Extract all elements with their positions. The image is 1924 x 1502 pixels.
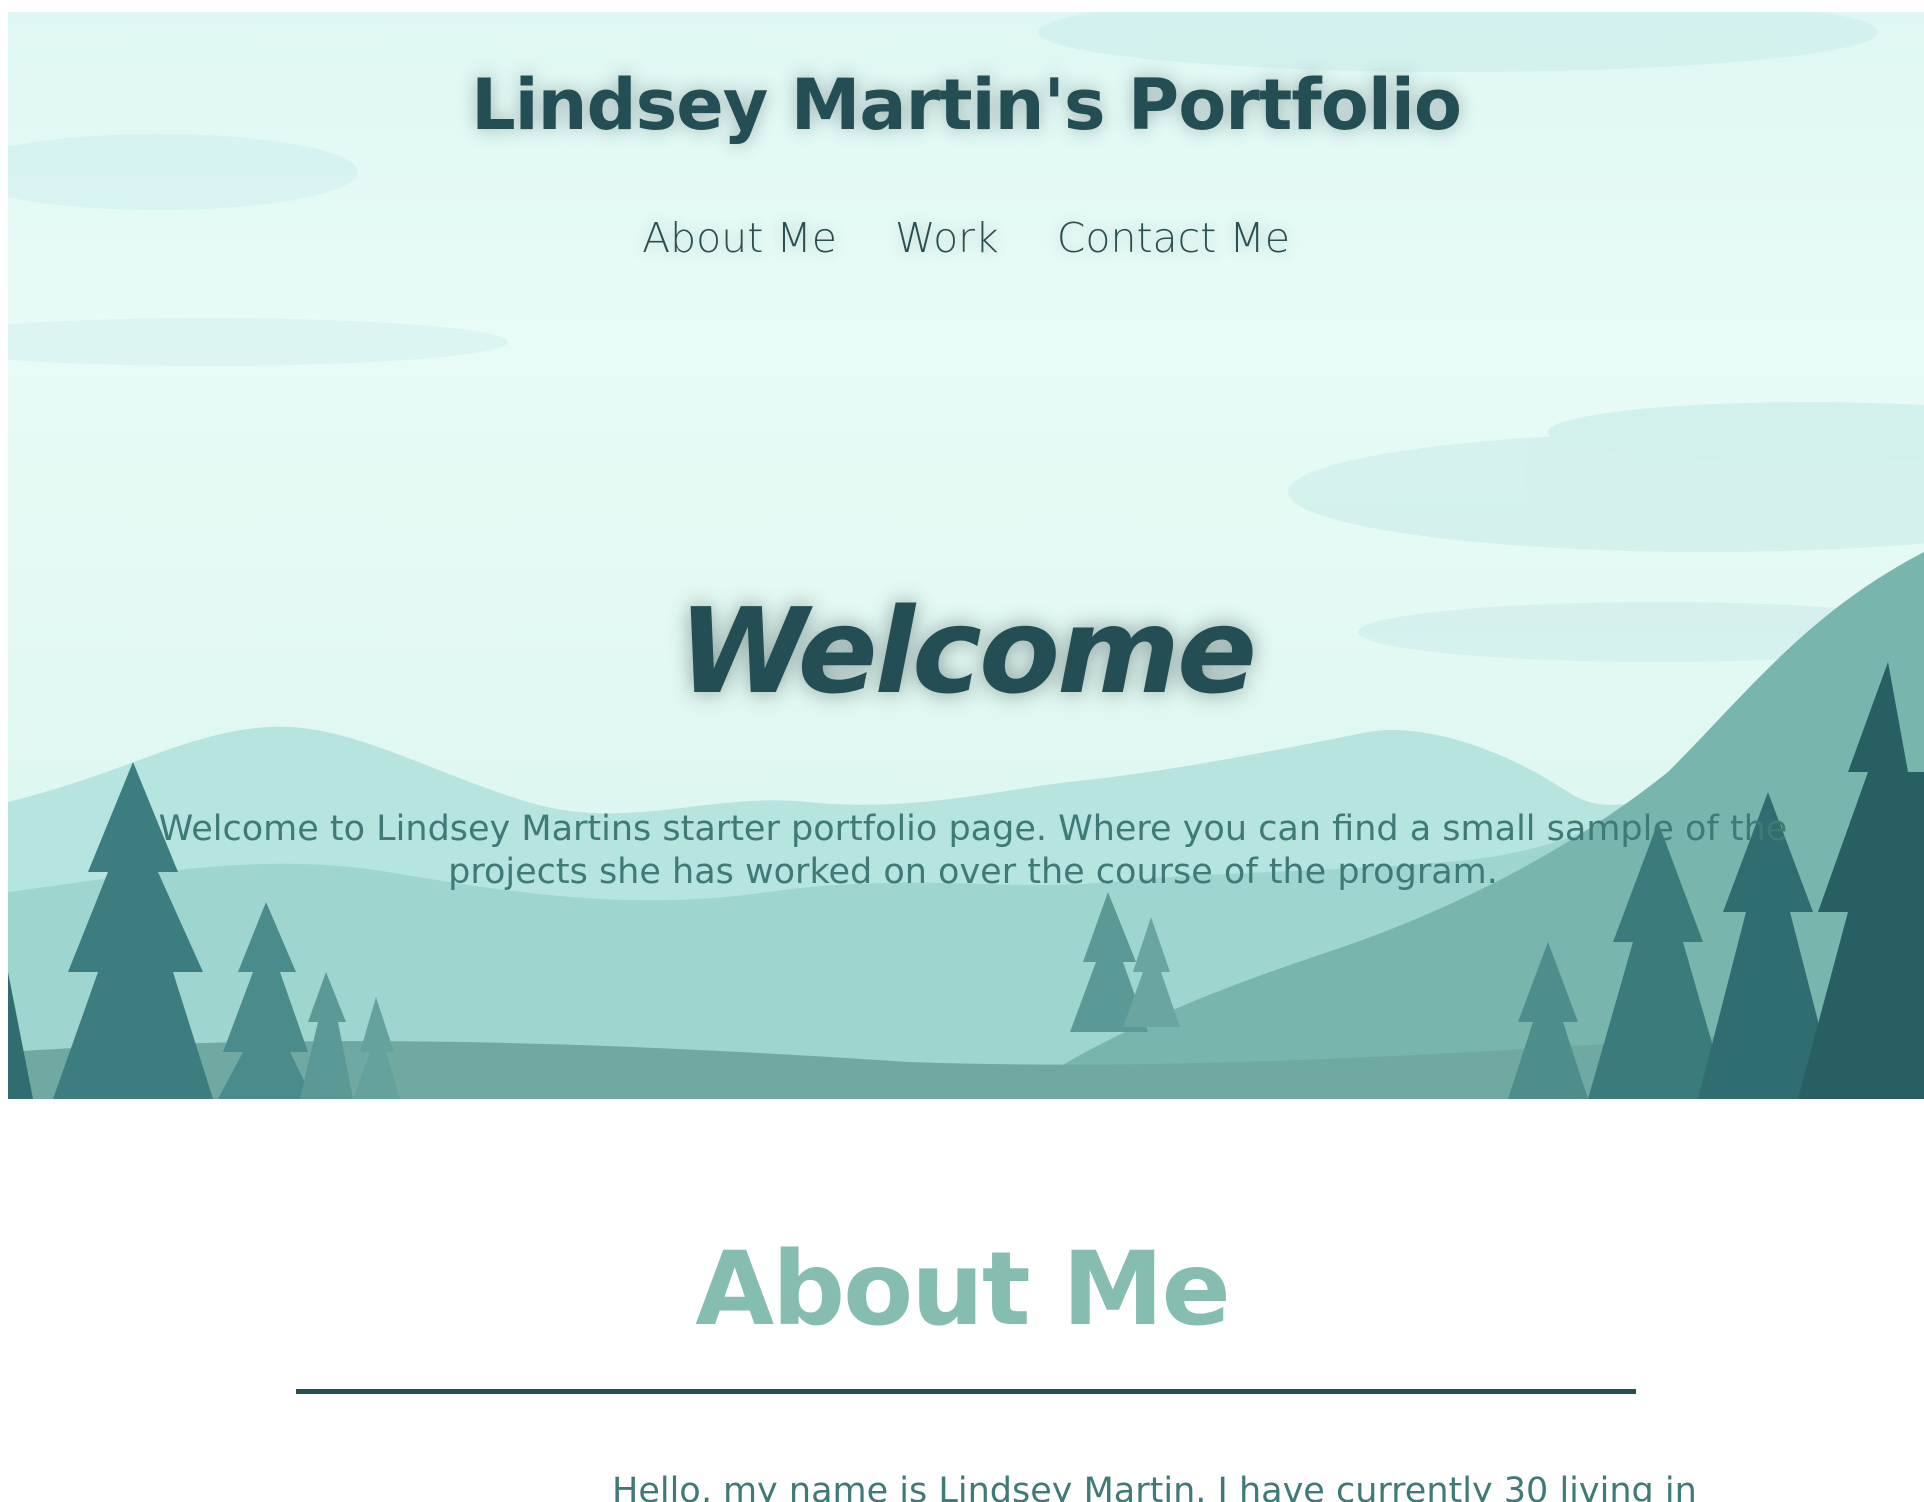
about-heading: About Me [695,1230,1231,1349]
site-title: Lindsey Martin's Portfolio [471,64,1462,146]
welcome-text: Welcome to Lindsey Martins starter portf… [158,809,1788,892]
hero-banner: Lindsey Martin's Portfolio About Me Work… [8,12,1924,1099]
nav-link-about-me[interactable]: About Me [642,214,837,262]
page: Lindsey Martin's Portfolio About Me Work… [0,0,1924,1502]
nav-link-contact-me[interactable]: Contact Me [1057,214,1290,262]
main-nav: About Me Work Contact Me [8,214,1924,262]
section-divider [296,1389,1636,1394]
mountain-forest-background [8,12,1924,1099]
nav-link-work[interactable]: Work [895,214,999,262]
about-text: Hello, my name is Lindsey Martin. I have… [612,1471,1697,1502]
welcome-heading: Welcome [677,582,1257,720]
